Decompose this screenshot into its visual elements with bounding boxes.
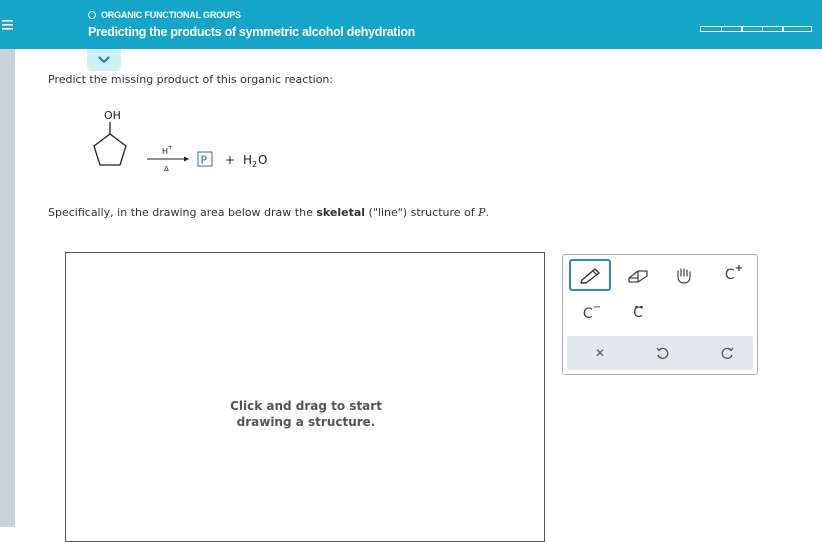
- product-placeholder-label: P: [201, 154, 208, 167]
- topic-label: ORGANIC FUNCTIONAL GROUPS: [101, 10, 241, 20]
- progress-segment: [782, 26, 812, 32]
- progress-segment: [720, 26, 743, 32]
- pencil-tool[interactable]: [569, 259, 611, 291]
- reaction-scheme: OH H + Δ P + H 2 O: [85, 103, 285, 193]
- pencil-icon: [580, 268, 600, 284]
- redo-icon: [721, 347, 734, 359]
- carbon-label: C: [582, 306, 593, 322]
- instruction-variable: P: [478, 206, 486, 219]
- reaction-arrow: H + Δ: [147, 144, 189, 173]
- undo-icon: [656, 347, 669, 359]
- progress-segment: [700, 26, 722, 32]
- circle-icon: [88, 11, 96, 19]
- heat-symbol: Δ: [164, 165, 169, 173]
- drawing-canvas[interactable]: Click and drag to start drawing a struct…: [65, 252, 545, 542]
- progress-segment: [761, 26, 784, 32]
- drawing-instruction: Specifically, in the drawing area below …: [48, 206, 489, 219]
- water-o: O: [258, 153, 267, 167]
- water-h: H: [243, 153, 252, 167]
- cyclopentanol-structure: OH: [93, 109, 127, 166]
- instruction-text-start: Specifically, in the drawing area below …: [48, 206, 317, 219]
- drawing-toolbar: C + C − C ✕: [562, 254, 758, 375]
- add-lone-pair-tool[interactable]: C: [623, 299, 653, 327]
- page-title: Predicting the products of symmetric alc…: [88, 25, 416, 39]
- canvas-hint: Click and drag to start drawing a struct…: [230, 399, 382, 429]
- x-icon: ✕: [594, 346, 606, 360]
- redo-tool[interactable]: [715, 340, 741, 366]
- menu-button[interactable]: [0, 0, 15, 49]
- instruction-text-middle: ("line") structure of: [365, 206, 479, 219]
- carbon-label: C: [724, 267, 735, 283]
- left-sidebar: [0, 0, 15, 527]
- progress-indicator: [700, 26, 812, 32]
- instruction-bold-skeletal: skeletal: [316, 206, 366, 219]
- clear-tool[interactable]: ✕: [587, 340, 613, 366]
- eraser-icon: [628, 270, 648, 283]
- lone-pair-dots-icon: [635, 305, 643, 309]
- water-subscript: 2: [252, 160, 257, 169]
- expand-toggle-button[interactable]: [87, 49, 121, 71]
- move-tool[interactable]: [669, 263, 699, 289]
- plus-charge-icon: +: [734, 262, 744, 274]
- add-positive-charge-tool[interactable]: C +: [719, 261, 749, 289]
- topic-row: ORGANIC FUNCTIONAL GROUPS: [88, 10, 241, 20]
- eraser-tool[interactable]: [623, 263, 653, 289]
- instruction-text-end: .: [485, 206, 490, 219]
- catalyst-charge: +: [168, 144, 173, 151]
- chevron-down-icon: [98, 56, 110, 64]
- undo-tool[interactable]: [649, 340, 675, 366]
- add-negative-charge-tool[interactable]: C −: [577, 301, 607, 327]
- action-bar: ✕: [567, 336, 753, 370]
- question-prompt: Predict the missing product of this orga…: [48, 73, 334, 86]
- minus-charge-icon: −: [592, 301, 602, 313]
- hand-icon: [677, 268, 691, 284]
- hydroxyl-label: OH: [104, 109, 121, 122]
- progress-segment: [741, 26, 763, 32]
- hamburger-icon: [2, 20, 13, 30]
- plus-sign: +: [225, 153, 235, 167]
